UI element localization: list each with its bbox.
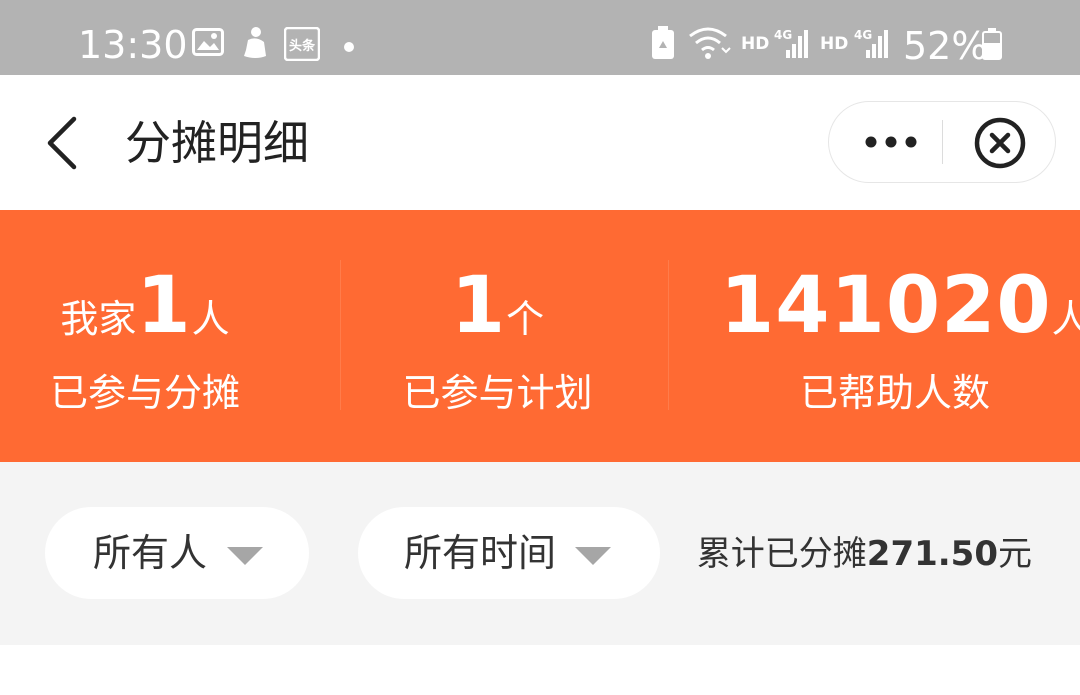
signal-4g-icon: 4G bbox=[774, 26, 810, 64]
person-filter-label: 所有人 bbox=[93, 531, 208, 575]
recycle-battery-icon bbox=[651, 26, 675, 64]
time-filter-dropdown[interactable]: 所有时间 bbox=[358, 507, 660, 599]
stat-plans-label: 已参与计划 bbox=[402, 371, 593, 415]
total-shared: 累计已分摊271.50元 bbox=[697, 530, 1032, 578]
more-dots-icon bbox=[865, 136, 917, 148]
toutiao-icon bbox=[240, 26, 270, 64]
record-list-card bbox=[0, 645, 1080, 695]
svg-text:4G: 4G bbox=[854, 28, 872, 42]
close-circle-icon bbox=[974, 117, 1026, 169]
stat-helped-unit: 人 bbox=[1051, 297, 1080, 341]
status-time: 13:30 bbox=[78, 23, 188, 67]
battery-icon bbox=[982, 28, 1002, 64]
battery-percent: 52% bbox=[903, 24, 988, 68]
total-prefix: 累计已分摊 bbox=[696, 534, 867, 574]
signal-4g-icon-2: 4G bbox=[854, 26, 890, 64]
page-title: 分摊明细 bbox=[125, 116, 309, 170]
svg-text:4G: 4G bbox=[774, 28, 792, 42]
dropdown-triangle-icon bbox=[575, 547, 611, 565]
dot-icon bbox=[343, 38, 355, 57]
stat-family-label: 已参与分摊 bbox=[49, 371, 240, 415]
hd-label-1: HD bbox=[741, 34, 770, 54]
stat-plans-unit: 个 bbox=[506, 297, 545, 341]
status-bar: 13:30 头条 HD 4G HD 4G 52% bbox=[0, 0, 1080, 75]
stat-family-value: 1 bbox=[136, 261, 192, 351]
stat-separator bbox=[668, 260, 669, 410]
capsule-divider bbox=[942, 120, 943, 164]
stat-family-unit: 人 bbox=[191, 297, 230, 341]
back-button[interactable] bbox=[38, 113, 88, 173]
dropdown-triangle-icon bbox=[227, 547, 263, 565]
close-button[interactable] bbox=[973, 116, 1027, 170]
back-chevron-icon bbox=[47, 116, 77, 170]
news-badge-icon: 头条 bbox=[283, 26, 321, 65]
news-badge-text: 头条 bbox=[289, 38, 316, 54]
hd-label-2: HD bbox=[820, 34, 849, 54]
stat-separator bbox=[340, 260, 341, 410]
stat-plans: 1个 已参与计划 bbox=[360, 210, 635, 462]
person-filter-dropdown[interactable]: 所有人 bbox=[45, 507, 309, 599]
wifi-icon bbox=[688, 26, 732, 64]
gallery-icon bbox=[192, 28, 224, 60]
summary-banner: 我家1人 已参与分摊 1个 已参与计划 141020人 已帮助人数 bbox=[0, 210, 1080, 462]
total-unit: 元 bbox=[998, 534, 1032, 574]
stat-family-prefix: 我家 bbox=[60, 297, 137, 341]
nav-bar: 分摊明细 bbox=[0, 75, 1080, 210]
total-amount: 271.50 bbox=[866, 534, 998, 574]
stat-plans-value: 1 bbox=[450, 261, 507, 351]
stat-helped: 141020人 已帮助人数 bbox=[720, 210, 1080, 462]
mini-program-capsule bbox=[828, 101, 1056, 183]
time-filter-label: 所有时间 bbox=[404, 531, 557, 575]
filter-row: 所有人 所有时间 累计已分摊271.50元 bbox=[0, 462, 1080, 645]
stat-helped-value: 141020 bbox=[720, 261, 1052, 351]
more-button[interactable] bbox=[861, 120, 921, 164]
stat-family: 我家1人 已参与分摊 bbox=[0, 210, 290, 462]
stat-helped-label: 已帮助人数 bbox=[799, 371, 990, 415]
